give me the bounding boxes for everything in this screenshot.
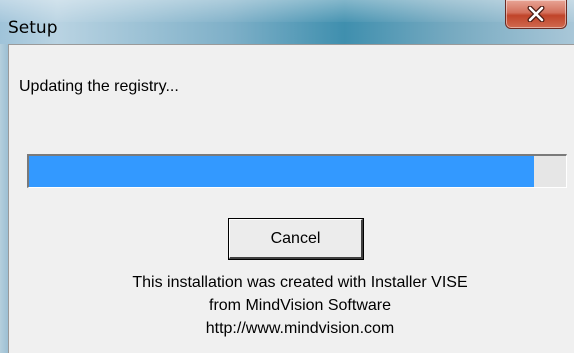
window-frame-left [0,44,8,353]
credit-url: http://www.mindvision.com [205,320,395,337]
cancel-button[interactable]: Cancel [229,219,363,259]
credit-line: This installation was created with Insta… [132,274,468,291]
close-icon [527,6,545,22]
close-button[interactable] [505,0,567,29]
progress-bar-fill [29,156,534,187]
status-message: Updating the registry... [19,78,179,95]
progress-bar [27,154,567,188]
title-bar[interactable]: Setup [0,0,574,44]
window-title: Setup [8,18,58,38]
setup-window: Setup Updating the registry... Cancel Th… [0,0,574,353]
credit-line: from MindVision Software [209,297,391,314]
